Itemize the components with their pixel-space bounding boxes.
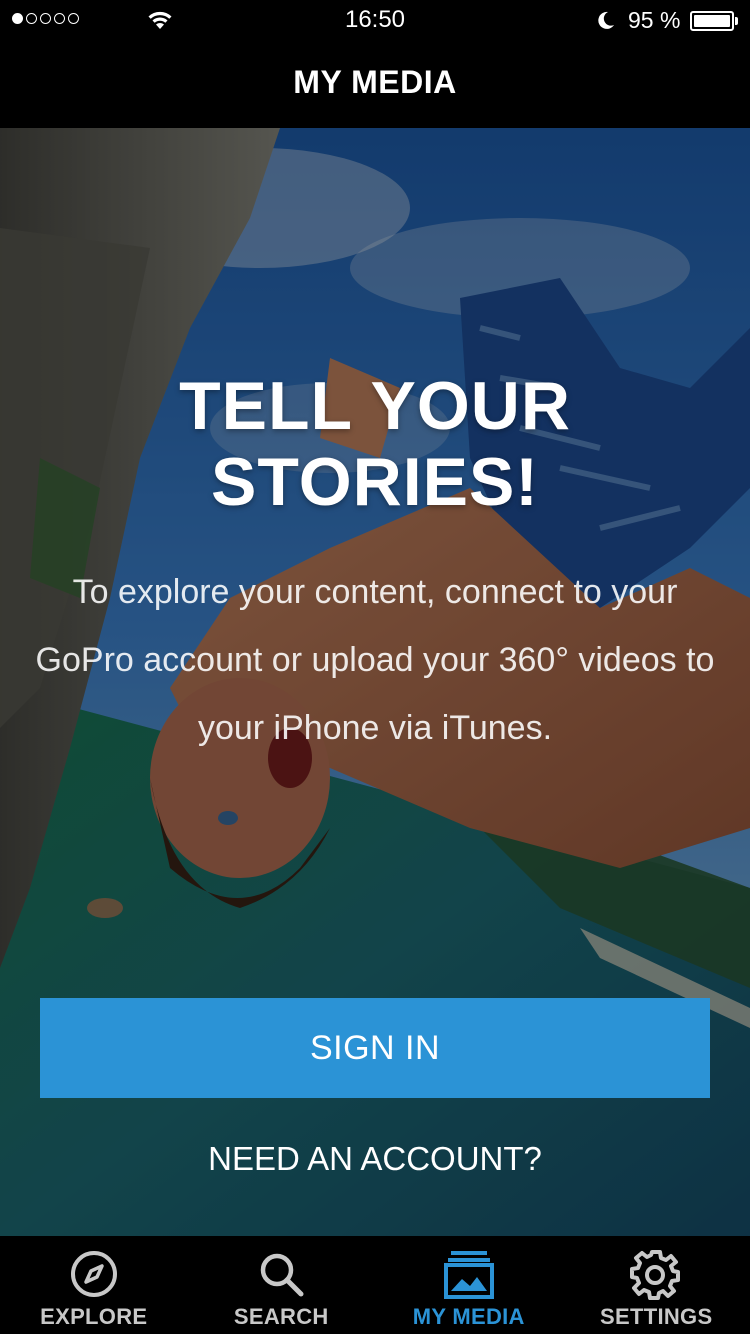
description-text: To explore your content, connect to your… [35, 573, 715, 747]
gear-icon [630, 1250, 681, 1300]
battery-level-fill [694, 15, 730, 27]
screen: 16:50 95 % MY MEDIA TELL YOUR STORIES! T… [0, 0, 750, 1334]
battery-tip [735, 17, 738, 25]
need-account-link[interactable]: NEED AN ACCOUNT? [0, 1140, 750, 1178]
compass-icon [70, 1251, 117, 1297]
hero-section: TELL YOUR STORIES! To explore your conte… [0, 128, 750, 1236]
tab-label: SETTINGS [600, 1304, 713, 1329]
sign-in-button[interactable]: SIGN IN [40, 998, 710, 1098]
status-bar: 16:50 95 % [0, 0, 750, 40]
tab-bar: EXPLORE SEARCH MY MEDIA SETTINGS [0, 1236, 750, 1334]
tab-my-media[interactable]: MY MEDIA [375, 1236, 563, 1334]
page-title: MY MEDIA [293, 64, 457, 100]
tab-settings[interactable]: SETTINGS [563, 1236, 750, 1334]
tab-explore[interactable]: EXPLORE [0, 1236, 188, 1334]
navigation-bar: MY MEDIA [0, 40, 750, 128]
do-not-disturb-moon-icon [598, 11, 614, 29]
tab-label: MY MEDIA [412, 1304, 525, 1329]
battery-percentage: 95 % [628, 7, 681, 33]
tab-search[interactable]: SEARCH [188, 1236, 376, 1334]
headline: TELL YOUR STORIES! [0, 368, 750, 520]
headline-line: STORIES! [211, 444, 539, 520]
battery-icon [690, 11, 734, 31]
tab-label: EXPLORE [40, 1304, 148, 1329]
tab-label: SEARCH [233, 1304, 329, 1329]
media-icon [443, 1251, 494, 1299]
search-icon [261, 1253, 304, 1297]
headline-line: TELL YOUR [179, 368, 571, 444]
